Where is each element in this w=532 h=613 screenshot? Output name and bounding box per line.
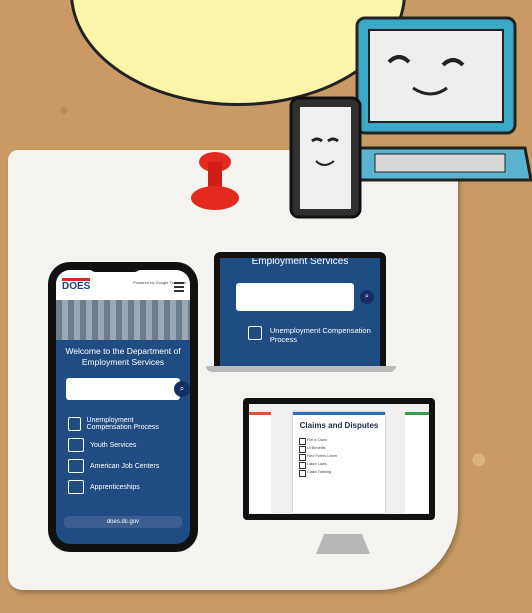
hamburger-icon[interactable] [174,280,184,294]
monitor-stand [316,534,370,554]
list-item[interactable]: Labor Laws [299,462,379,469]
desktop-screen: Claims and Disputes File a Claim UI Bene… [249,404,429,514]
briefcase-icon [68,459,84,473]
phone-menu: Unemployment Compensation Process Youth … [56,406,190,505]
search-input[interactable]: ⌕ [66,378,190,400]
search-icon[interactable]: ⌕ [174,381,190,397]
list-item[interactable]: File a Claim [299,438,379,445]
list-item[interactable]: Claim Training [299,470,379,477]
desktop-mockup: Claims and Disputes File a Claim UI Bene… [243,398,435,520]
does-logo: DOES [62,278,91,292]
welcome-title: Welcome to the Department of Employment … [65,346,181,367]
phone-mockup: DOES Powered by Google Translate Welcome… [48,262,198,552]
menu-item-apprenticeships[interactable]: Apprenticeships [68,480,178,494]
book-icon [68,480,84,494]
tablet-search-input[interactable] [236,283,354,311]
phone-topbar: DOES Powered by Google Translate [56,270,190,300]
folder-icon [248,326,262,340]
menu-item-job-centers[interactable]: American Job Centers [68,459,178,473]
laptop-doodle-icon [345,16,532,182]
push-pin-icon [191,152,239,210]
left-card [249,412,271,513]
menu-item-youth[interactable]: Youth Services [68,438,178,452]
phone-doodle-icon [289,96,362,219]
list-item[interactable]: UI Benefits [299,446,379,453]
right-card [405,412,429,513]
url-bar[interactable]: does.dc.gov [64,516,182,528]
building-banner [56,300,190,340]
tablet-search-icon[interactable]: ⌕ [360,290,374,304]
claims-list: File a Claim UI Benefits Find Forms Lear… [293,430,385,482]
claims-title: Claims and Disputes [299,421,379,430]
tablet-menu-item[interactable]: Unemployment Compensation Process [248,326,380,344]
tablet-heading: Employment Services [251,258,349,267]
phone-screen: DOES Powered by Google Translate Welcome… [56,270,190,544]
tablet-screen: Employment Services ⌕ Unemployment Compe… [220,258,380,366]
people-icon [68,438,84,452]
laptop-base [206,366,396,372]
menu-item-unemployment[interactable]: Unemployment Compensation Process [68,417,178,431]
tablet-mockup: Employment Services ⌕ Unemployment Compe… [214,252,386,372]
folder-icon [68,417,81,431]
phone-notch [88,262,142,272]
list-item[interactable]: Find Forms Learn [299,454,379,461]
claims-card: Claims and Disputes File a Claim UI Bene… [293,412,385,513]
